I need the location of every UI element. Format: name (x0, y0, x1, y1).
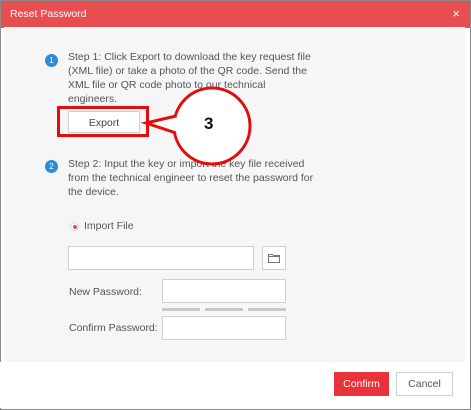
export-button[interactable]: Export (68, 111, 140, 133)
confirm-password-label: Confirm Password: (69, 322, 158, 334)
step-2-badge: 2 (45, 160, 58, 173)
key-file-path-input[interactable] (68, 246, 254, 270)
callout-number: 3 (204, 114, 214, 133)
folder-icon (268, 254, 280, 263)
password-strength-segment (205, 308, 243, 311)
step-1-badge: 1 (45, 54, 58, 67)
confirm-button[interactable]: Confirm (334, 372, 389, 396)
title-bar: Reset Password × (1, 1, 470, 28)
password-strength-segment (162, 308, 200, 311)
confirm-password-input[interactable] (162, 316, 286, 340)
cancel-button[interactable]: Cancel (396, 372, 453, 396)
step-2-instructions: Step 2: Input the key or import the key … (68, 158, 314, 198)
dialog-title: Reset Password (10, 8, 87, 20)
browse-file-button[interactable] (262, 246, 286, 270)
close-icon[interactable]: × (452, 6, 460, 21)
new-password-input[interactable] (162, 279, 286, 303)
step-1-instructions: Step 1: Click Export to download the key… (68, 51, 311, 105)
new-password-label: New Password: (69, 286, 142, 298)
import-file-label: Import File (84, 220, 134, 232)
import-file-radio[interactable] (70, 222, 79, 231)
password-strength-segment (248, 308, 286, 311)
